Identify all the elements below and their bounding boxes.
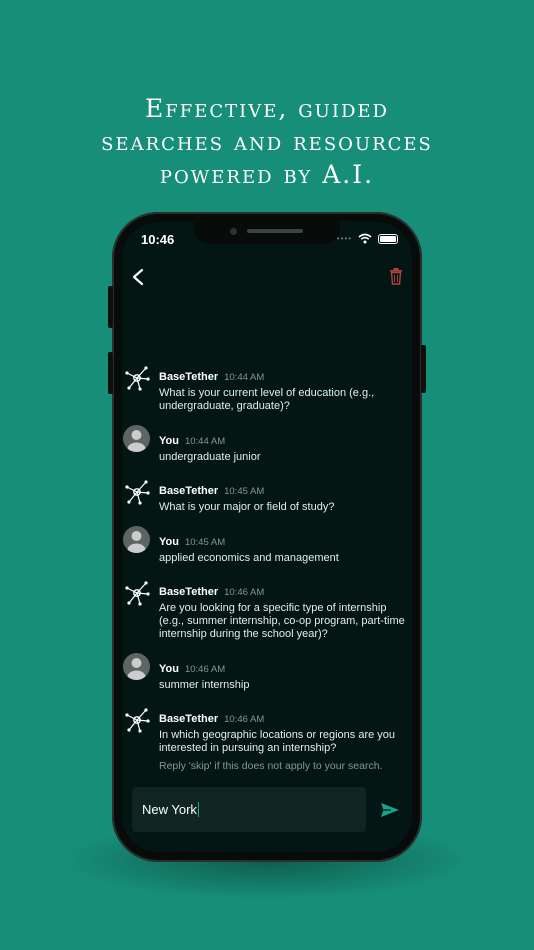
status-icons: •••• [337, 233, 398, 244]
basetether-logo-icon [125, 366, 150, 391]
headline-line-3: powered by A.I. [159, 160, 375, 189]
headline-line-1: Effective, guided [145, 94, 389, 123]
headline: Effective, guided searches and resources… [0, 92, 534, 191]
message-text: What is your major or field of study? [159, 501, 335, 513]
message-time: 10:46 AM [224, 587, 265, 598]
user-avatar-icon [123, 526, 150, 553]
battery-icon [378, 233, 398, 244]
phone-screen: 10:46 •••• BaseTether 10:44 AM What is y… [122, 222, 412, 852]
message-text: In which geographic locations or regions… [159, 729, 396, 754]
headline-line-2: searches and resources [101, 127, 433, 156]
message-time: 10:46 AM [184, 664, 226, 675]
user-avatar-icon [123, 653, 150, 680]
back-chevron-icon[interactable] [128, 266, 148, 288]
message-hint: Reply 'skip' if this does not apply to y… [159, 760, 383, 772]
signal-dots: •••• [336, 234, 352, 243]
user-avatar-icon [123, 425, 150, 452]
message-sender: BaseTether [159, 485, 219, 497]
message-time: 10:45 AM [184, 537, 226, 548]
phone-side-button [108, 286, 113, 328]
message-time: 10:45 AM [224, 486, 265, 497]
message-sender: BaseTether [159, 371, 219, 383]
message-time: 10:44 AM [184, 436, 226, 447]
camera [230, 228, 237, 235]
send-icon[interactable] [380, 802, 400, 818]
notch [194, 222, 340, 244]
message-sender: You [159, 435, 179, 447]
message-input[interactable]: New York [132, 787, 366, 832]
phone-side-button [108, 352, 113, 394]
status-time: 10:46 [141, 232, 175, 247]
message-time: 10:46 AM [224, 714, 265, 725]
trash-icon[interactable] [388, 267, 404, 285]
text-caret [197, 802, 200, 817]
phone-side-button [421, 345, 426, 393]
message-input-value: New York [142, 802, 197, 817]
message-sender: BaseTether [159, 586, 219, 598]
message-text: undergraduate junior [159, 451, 261, 463]
basetether-logo-icon [125, 480, 150, 505]
message-sender: You [159, 663, 179, 675]
basetether-logo-icon [125, 581, 150, 606]
wifi-icon [358, 233, 372, 244]
basetether-logo-icon [125, 708, 150, 733]
message-time: 10:44 AM [224, 372, 265, 383]
message-text: applied economics and management [159, 552, 339, 564]
message-text: Are you looking for a specific type of i… [159, 602, 405, 640]
speaker [247, 229, 303, 233]
message-text: What is your current level of education … [159, 387, 375, 412]
message-text: summer internship [159, 679, 250, 691]
message-sender: BaseTether [159, 713, 219, 725]
message-sender: You [159, 536, 179, 548]
